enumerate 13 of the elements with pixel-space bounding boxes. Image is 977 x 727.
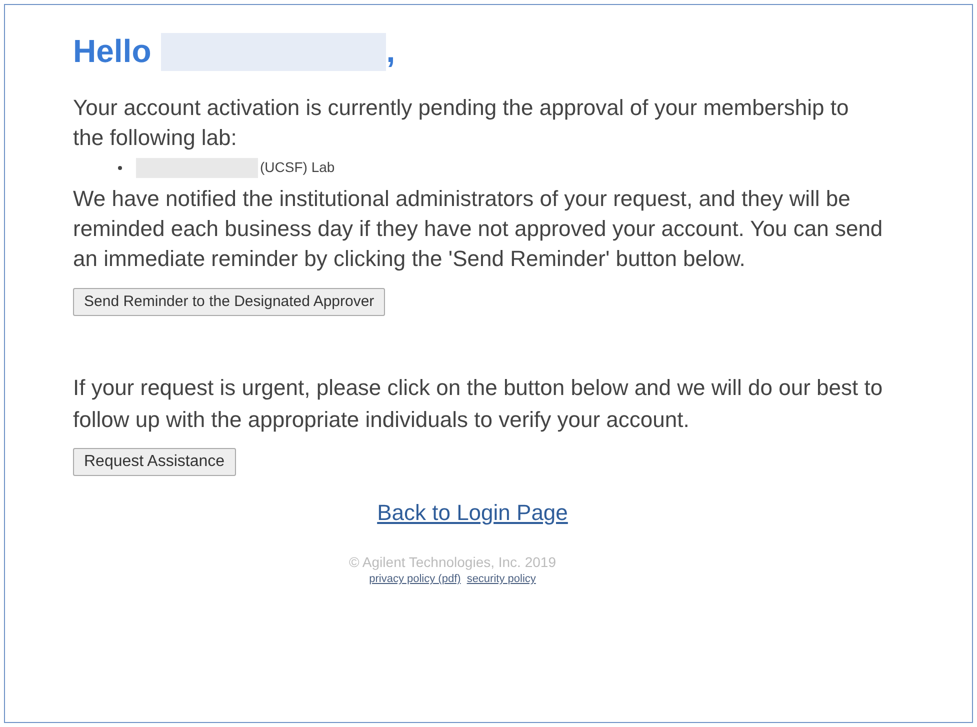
copyright-text: © Agilent Technologies, Inc. 2019: [349, 555, 556, 569]
intro-text: Your account activation is currently pending the approval of your membership to the following lab:: [73, 94, 850, 152]
greeting-comma: ,: [386, 32, 396, 71]
greeting-heading: Hello: [73, 32, 152, 71]
footer-link[interactable]: security policy: [466, 571, 536, 588]
back-to-login-link[interactable]: Back to Login Page: [377, 496, 568, 529]
lab-name: (UCSF) Lab: [260, 158, 335, 177]
urgent-text: If your request is urgent, please click on the button below and we will do our best to follow up with the appropriate individuals to verify your account.: [73, 374, 884, 434]
footer-link[interactable]: privacy policy (pdf): [369, 571, 461, 588]
request-assistance-button[interactable]: Request Assistance: [73, 448, 236, 476]
bullet-icon: [118, 166, 122, 170]
notice-text: We have notified the institutional administrators of your request, and they will be reminded each business day if they have not approved your account. You can send an immediate reminder by clicking the 'Send Reminder' button below.: [73, 185, 884, 273]
send-reminder-button[interactable]: Send Reminder to the Designated Approver: [73, 288, 386, 316]
